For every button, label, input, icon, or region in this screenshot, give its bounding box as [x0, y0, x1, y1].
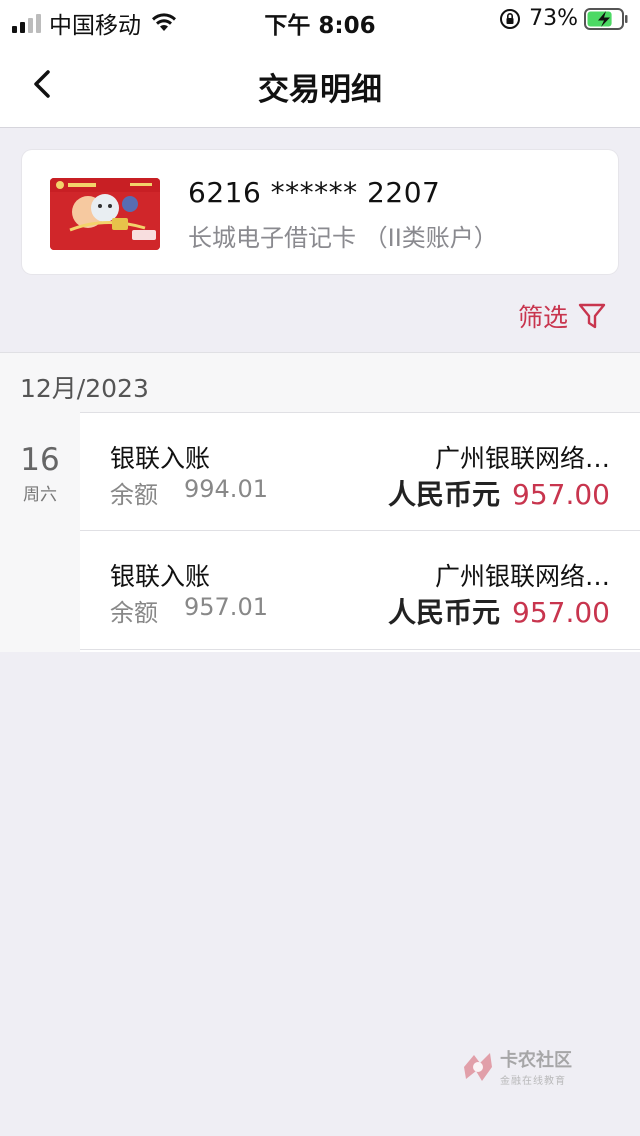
transaction-amount: 人民币元 957.00	[388, 591, 610, 631]
funnel-icon	[578, 303, 606, 329]
watermark-title: 卡农社区	[500, 1050, 572, 1071]
transaction-type: 银联入账	[110, 444, 211, 473]
amount-value: 957.00	[512, 596, 610, 629]
watermark-subtitle: 金融在线教育	[500, 1076, 566, 1087]
navigation-bar: 交易明细	[0, 40, 640, 128]
date-column: 16 周六	[0, 412, 80, 652]
balance-label: 余额	[110, 599, 158, 627]
watermark-logo-icon	[464, 1052, 492, 1081]
date-weekday: 周六	[23, 485, 57, 505]
card-number: 6216 ****** 2207	[188, 176, 441, 209]
filter-label: 筛选	[517, 303, 568, 332]
watermark: 卡农社区 金融在线教育	[460, 1046, 572, 1087]
card-image	[50, 178, 160, 250]
transaction-amount: 人民币元 957.00	[388, 473, 610, 513]
transaction-row[interactable]: 银联入账 余额 994.01 广州银联网络… 人民币元 957.00	[80, 412, 640, 531]
transaction-merchant: 广州银联网络…	[434, 562, 610, 591]
account-card[interactable]: 6216 ****** 2207 长城电子借记卡 （II类账户）	[22, 150, 618, 274]
month-label: 12月/2023	[20, 374, 149, 403]
currency-label: 人民币元	[388, 478, 501, 511]
transaction-list: 银联入账 余额 994.01 广州银联网络… 人民币元 957.00 银联入账 …	[80, 412, 640, 652]
balance-label: 余额	[110, 481, 158, 509]
filter-button[interactable]: 筛选	[518, 298, 606, 334]
balance-value: 994.01	[184, 475, 268, 503]
balance-value: 957.01	[184, 593, 268, 621]
transaction-merchant: 广州银联网络…	[434, 444, 610, 473]
transaction-day-group: 16 周六 银联入账 余额 994.01 广州银联网络… 人民币元 957.00…	[0, 412, 640, 652]
amount-value: 957.00	[512, 478, 610, 511]
battery-charging-icon	[584, 7, 628, 30]
watermark-text: 卡农社区 金融在线教育	[500, 1046, 572, 1087]
currency-label: 人民币元	[388, 596, 501, 629]
page-title: 交易明细	[258, 72, 382, 108]
date-day: 16	[20, 442, 60, 478]
transaction-type: 银联入账	[110, 562, 211, 591]
rotation-lock-icon	[500, 8, 521, 29]
month-header: 12月/2023	[0, 352, 640, 412]
status-right: 73%	[499, 6, 628, 31]
card-type: 长城电子借记卡 （II类账户）	[188, 224, 498, 252]
transaction-row[interactable]: 银联入账 余额 957.01 广州银联网络… 人民币元 957.00	[80, 531, 640, 650]
battery-percent: 73%	[529, 6, 578, 31]
status-bar: 中国移动 下午 8:06 73%	[0, 0, 640, 40]
